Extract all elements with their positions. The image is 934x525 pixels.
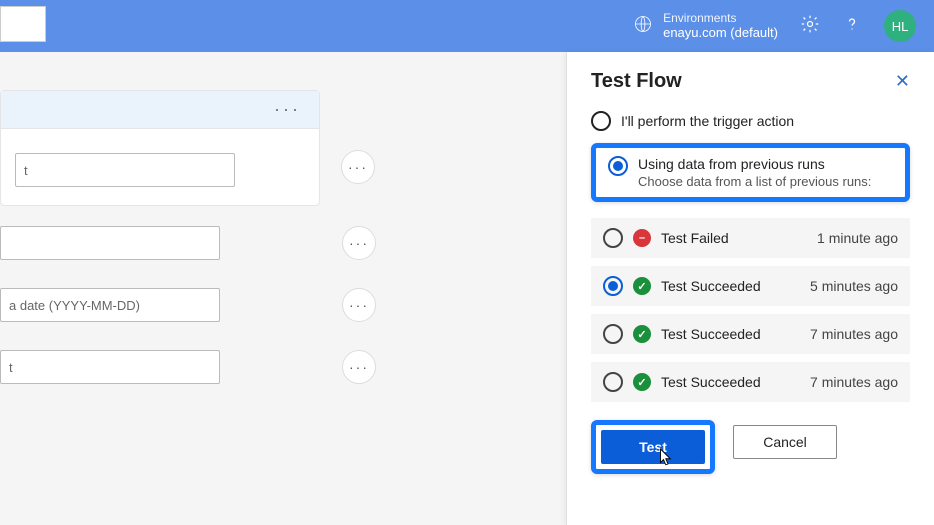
status-failed-icon: – (633, 229, 651, 247)
run-label: Test Succeeded (661, 374, 761, 390)
step-more-button[interactable]: ··· (342, 226, 376, 260)
search-box[interactable] (0, 6, 46, 42)
run-time: 7 minutes ago (810, 374, 898, 390)
test-flow-panel: Test Flow ✕ I'll perform the trigger act… (566, 52, 934, 525)
step-input[interactable]: a date (YYYY-MM-DD) (0, 288, 220, 322)
previous-runs-list: –Test Failed 1 minute ago ✓ Test Succeeded 5… (591, 218, 910, 402)
highlight-previous-runs: Using data from previous runs Choose dat… (591, 143, 910, 202)
radio-option-previous[interactable]: Using data from previous runs Choose dat… (608, 156, 893, 189)
radio-sublabel: Choose data from a list of previous runs… (638, 174, 871, 189)
flow-steps-area: ··· t ··· ··· a date (YYYY-MM-DD) ··· t … (0, 90, 320, 384)
run-row[interactable]: ✓ Test Succeeded 7 minutes ago (591, 362, 910, 402)
close-icon[interactable]: ✕ (895, 71, 910, 92)
run-time: 5 minutes ago (810, 278, 898, 294)
radio-icon (591, 111, 611, 131)
radio-label: I'll perform the trigger action (621, 113, 794, 129)
step-input[interactable] (0, 226, 220, 260)
step-more-button[interactable]: ··· (341, 150, 375, 184)
settings-gear-icon[interactable] (800, 14, 820, 39)
run-label: Test Failed (661, 230, 729, 246)
radio-label: Using data from previous runs (638, 156, 871, 172)
environment-value: enayu.com (default) (663, 25, 778, 41)
run-row[interactable]: ✓ Test Succeeded 5 minutes ago (591, 266, 910, 306)
ellipsis-icon[interactable]: ··· (274, 99, 301, 120)
status-succeeded-icon: ✓ (633, 325, 651, 343)
step-input[interactable]: t (0, 350, 220, 384)
run-time: 1 minute ago (817, 230, 898, 246)
panel-title: Test Flow (591, 70, 682, 93)
flow-step-card: ··· t ··· (0, 90, 320, 206)
panel-button-row: Test Cancel (591, 420, 910, 474)
help-icon[interactable] (842, 14, 862, 39)
radio-option-manual[interactable]: I'll perform the trigger action (591, 111, 910, 131)
radio-icon (603, 276, 623, 296)
highlight-test-button: Test (591, 420, 715, 474)
step-more-button[interactable]: ··· (342, 288, 376, 322)
environment-label: Environments (663, 11, 778, 25)
step-input[interactable]: t (15, 153, 235, 187)
cancel-button[interactable]: Cancel (733, 425, 837, 459)
status-succeeded-icon: ✓ (633, 373, 651, 391)
run-row[interactable]: –Test Failed 1 minute ago (591, 218, 910, 258)
header-bar: Environments enayu.com (default) HL (0, 0, 934, 52)
globe-icon (633, 14, 653, 37)
radio-icon (603, 228, 623, 248)
avatar-initials: HL (892, 19, 909, 34)
run-time: 7 minutes ago (810, 326, 898, 342)
test-button[interactable]: Test (601, 430, 705, 464)
run-label: Test Succeeded (661, 278, 761, 294)
step-more-button[interactable]: ··· (342, 350, 376, 384)
run-row[interactable]: ✓ Test Succeeded 7 minutes ago (591, 314, 910, 354)
radio-icon (608, 156, 628, 176)
status-succeeded-icon: ✓ (633, 277, 651, 295)
run-label: Test Succeeded (661, 326, 761, 342)
radio-icon (603, 372, 623, 392)
environment-selector[interactable]: Environments enayu.com (default) (633, 11, 778, 41)
step-header: ··· (1, 91, 319, 129)
user-avatar[interactable]: HL (884, 10, 916, 42)
radio-icon (603, 324, 623, 344)
